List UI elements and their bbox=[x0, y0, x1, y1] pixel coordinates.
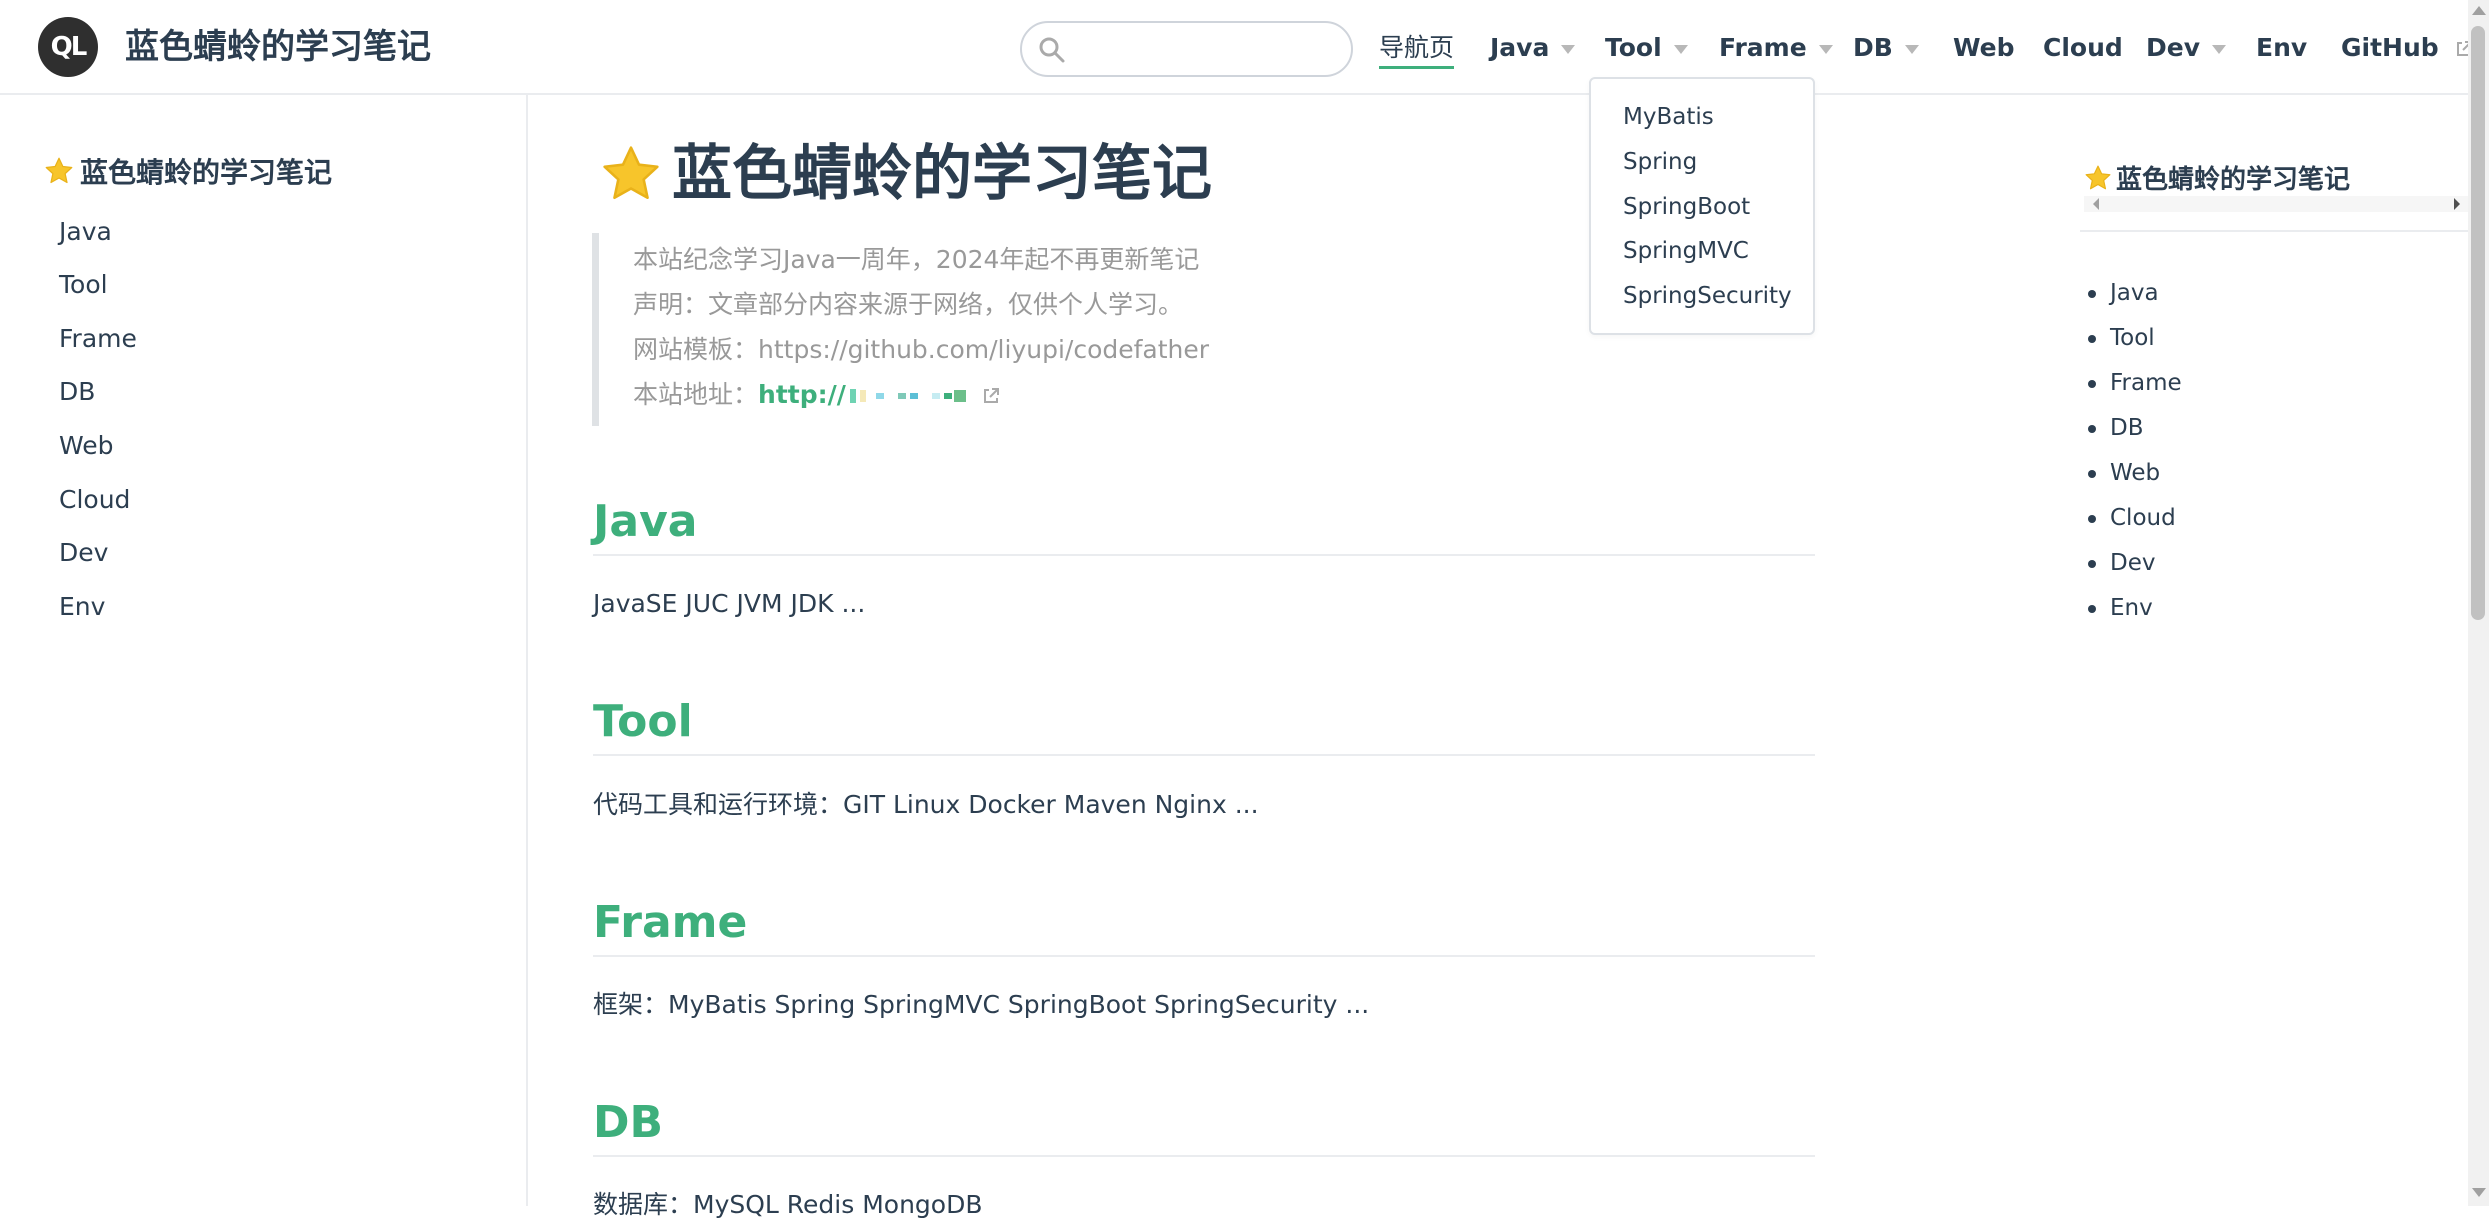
scroll-left-arrow-icon[interactable] bbox=[2090, 196, 2102, 212]
toc-horizontal-scrollbar[interactable] bbox=[2084, 196, 2469, 212]
scrollbar-thumb[interactable] bbox=[2471, 26, 2485, 620]
nav-home[interactable]: 导航页 bbox=[1379, 30, 1455, 69]
site-name[interactable]: 蓝色蜻蛉的学习笔记 bbox=[125, 24, 431, 70]
nav-web[interactable]: Web bbox=[1953, 30, 2015, 66]
sidebar-item-dev[interactable]: Dev bbox=[59, 536, 108, 570]
section-divider bbox=[593, 554, 1815, 556]
dropdown-item-springmvc[interactable]: SpringMVC bbox=[1623, 235, 1749, 267]
section-heading-db[interactable]: DB bbox=[593, 1095, 663, 1151]
sidebar-item-tool[interactable]: Tool bbox=[59, 268, 108, 302]
quote-line-1: 本站纪念学习Java一周年，2024年起不再更新笔记 bbox=[633, 245, 1200, 274]
toc-item-env[interactable]: Env bbox=[2088, 592, 2153, 624]
page-scrollbar[interactable] bbox=[2468, 0, 2489, 1206]
section-text-frame: 框架：MyBatis Spring SpringMVC SpringBoot S… bbox=[593, 990, 1370, 1019]
section-divider bbox=[593, 754, 1815, 756]
chevron-down-icon bbox=[1904, 44, 1919, 54]
toc-item-web[interactable]: Web bbox=[2087, 457, 2160, 489]
nav-db[interactable]: DB bbox=[1853, 30, 1919, 66]
dropdown-item-springboot[interactable]: SpringBoot bbox=[1623, 191, 1750, 223]
section-text-db: 数据库：MySQL Redis MongoDB bbox=[593, 1190, 983, 1219]
toc-item-dev[interactable]: Dev bbox=[2087, 547, 2155, 579]
star-icon bbox=[45, 157, 73, 184]
sidebar-item-env[interactable]: Env bbox=[59, 590, 105, 624]
nav-dev[interactable]: Dev bbox=[2146, 30, 2227, 66]
sidebar-item-db[interactable]: DB bbox=[59, 375, 95, 409]
sidebar-title-label: 蓝色蜻蛉的学习笔记 bbox=[80, 156, 333, 189]
section-heading-frame[interactable]: Frame bbox=[593, 895, 747, 951]
page-title-text: 蓝色蜻蛉的学习笔记 bbox=[672, 139, 1212, 209]
scroll-right-arrow-icon[interactable] bbox=[2451, 196, 2463, 212]
quote-line-4: 本站地址：http:// bbox=[633, 377, 1000, 413]
scroll-up-arrow-icon[interactable] bbox=[2472, 6, 2486, 15]
section-heading-tool[interactable]: Tool bbox=[593, 694, 693, 750]
sidebar-title[interactable]: 蓝色蜻蛉的学习笔记 bbox=[44, 151, 332, 191]
section-text-java: JavaSE JUC JVM JDK ... bbox=[593, 589, 866, 618]
site-address-link[interactable]: http:// bbox=[758, 380, 966, 409]
nav-tool-label: Tool bbox=[1605, 33, 1662, 62]
chevron-down-icon bbox=[1561, 44, 1576, 54]
dropdown-item-mybatis[interactable]: MyBatis bbox=[1623, 101, 1714, 133]
search-input[interactable] bbox=[1078, 31, 1338, 67]
chevron-down-icon bbox=[2212, 44, 2227, 54]
scroll-down-arrow-icon[interactable] bbox=[2472, 1188, 2486, 1197]
toc-title[interactable]: 蓝色蜻蛉的学习笔记 bbox=[2084, 159, 2350, 196]
toc-item-cloud[interactable]: Cloud bbox=[2088, 502, 2176, 534]
sidebar-item-java[interactable]: Java bbox=[59, 215, 112, 249]
nav-frame-label: Frame bbox=[1719, 33, 1807, 62]
toc-item-java[interactable]: Java bbox=[2088, 277, 2159, 309]
dropdown-item-spring[interactable]: Spring bbox=[1623, 146, 1697, 178]
chevron-down-icon bbox=[1818, 44, 1833, 54]
site-address-label: 本站地址： bbox=[633, 380, 759, 409]
star-icon bbox=[603, 146, 659, 200]
nav-dev-label: Dev bbox=[2146, 33, 2201, 62]
intro-quote: 本站纪念学习Java一周年，2024年起不再更新笔记 声明：文章部分内容来源于网… bbox=[592, 233, 1232, 426]
frame-dropdown-menu: MyBatis Spring SpringBoot SpringMVC Spri… bbox=[1589, 77, 1815, 335]
search-box[interactable] bbox=[1020, 21, 1353, 77]
chevron-down-icon bbox=[1673, 44, 1688, 54]
external-link-icon bbox=[983, 388, 999, 403]
section-divider bbox=[593, 1155, 1815, 1157]
sidebar-item-cloud[interactable]: Cloud bbox=[59, 483, 130, 517]
nav-cloud[interactable]: Cloud bbox=[2043, 30, 2123, 66]
nav-java-label: Java bbox=[1490, 33, 1550, 62]
nav-db-label: DB bbox=[1853, 33, 1893, 62]
page-title: 蓝色蜻蛉的学习笔记 bbox=[600, 136, 1212, 212]
nav-frame[interactable]: Frame bbox=[1719, 30, 1833, 66]
site-address-link-text: http:// bbox=[758, 380, 846, 409]
navbar: QL 蓝色蜻蛉的学习笔记 导航页 Java Tool Frame DB Web … bbox=[0, 0, 2473, 95]
sidebar-item-frame[interactable]: Frame bbox=[59, 322, 137, 356]
quote-line-3: 网站模板：https://github.com/liyupi/codefathe… bbox=[633, 335, 1210, 364]
dropdown-item-springsecurity[interactable]: SpringSecurity bbox=[1623, 280, 1792, 312]
star-icon bbox=[2085, 165, 2111, 189]
nav-github[interactable]: GitHub bbox=[2341, 30, 2473, 66]
toc-divider bbox=[2080, 230, 2468, 232]
section-divider bbox=[593, 955, 1815, 957]
site-logo[interactable]: QL bbox=[38, 17, 98, 77]
nav-env[interactable]: Env bbox=[2256, 30, 2307, 66]
redacted-url bbox=[846, 380, 966, 409]
nav-tool[interactable]: Tool bbox=[1605, 30, 1688, 66]
toc-item-db[interactable]: DB bbox=[2088, 412, 2144, 444]
sidebar-item-web[interactable]: Web bbox=[59, 429, 114, 463]
toc-item-tool[interactable]: Tool bbox=[2088, 322, 2155, 354]
toc-title-label: 蓝色蜻蛉的学习笔记 bbox=[2116, 165, 2351, 195]
section-text-tool: 代码工具和运行环境：GIT Linux Docker Maven Nginx .… bbox=[593, 790, 1259, 819]
nav-java[interactable]: Java bbox=[1490, 30, 1576, 66]
sidebar: 蓝色蜻蛉的学习笔记 Java Tool Frame DB Web Cloud D… bbox=[0, 95, 528, 1206]
toc-item-frame[interactable]: Frame bbox=[2088, 367, 2182, 399]
nav-github-label: GitHub bbox=[2341, 33, 2439, 62]
quote-line-2: 声明：文章部分内容来源于网络，仅供个人学习。 bbox=[633, 290, 1184, 319]
section-heading-java[interactable]: Java bbox=[593, 494, 697, 550]
search-icon bbox=[1039, 37, 1065, 63]
